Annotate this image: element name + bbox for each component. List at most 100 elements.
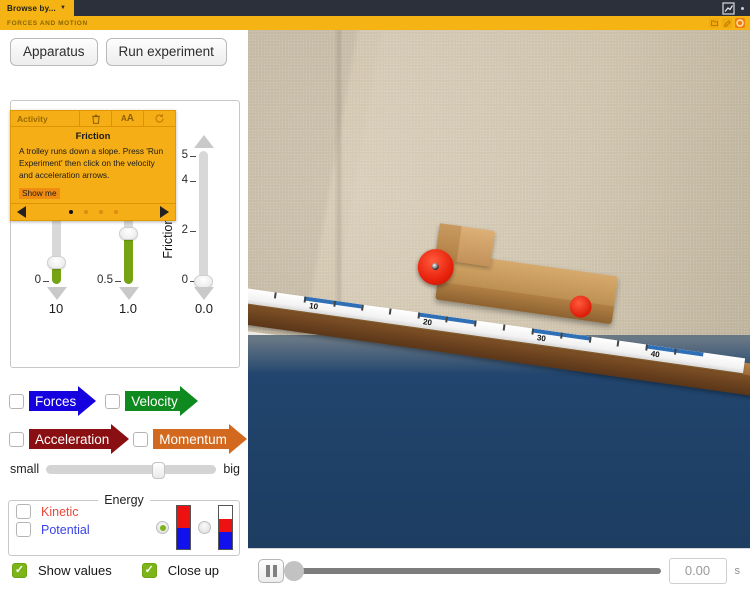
tape-number: 40 [650,349,661,360]
slider-ratio-value: 1.0 [118,301,138,316]
page-dot[interactable] [98,210,103,215]
arrow-size-slider-row: small big [0,458,248,479]
control-panel: Apparatus Run experiment 50 0 10 [0,30,248,578]
folder-icon[interactable] [709,18,719,28]
slider-mass-value: 10 [48,301,64,316]
ramp-assembly: 10 20 30 40 [248,30,750,548]
radio-energy-partial[interactable] [198,521,211,534]
app-body: 10 20 30 40 Apparatus Run experiment 0 1… [0,30,750,592]
chevron-down-icon: ▼ [59,5,67,11]
page-dot[interactable] [113,210,118,215]
browse-by-menu[interactable]: Browse by... ▼ [0,0,75,16]
option-show-values[interactable]: ✓ Show values [12,563,112,578]
arrow-label-momentum: Momentum [159,431,227,447]
arrow-button-forces[interactable]: Forces [29,386,97,416]
size-big-label: big [223,462,240,476]
activity-heading: Friction [75,131,111,142]
slider-friction-increase[interactable] [194,135,214,148]
label-close-up: Close up [167,563,220,578]
arrow-button-acceleration[interactable]: Acceleration [29,424,130,454]
close-icon[interactable] [735,18,745,28]
checkbox-momentum[interactable] [133,431,149,447]
checkbox-forces[interactable] [9,393,24,409]
checkbox-show-values[interactable]: ✓ [12,563,27,578]
slider-ratio-tick [115,281,121,282]
label-show-values: Show values [38,563,112,578]
show-me-button[interactable]: Show me [19,188,60,200]
slider-ratio-thumb[interactable] [119,227,138,240]
timeline-thumb[interactable] [284,560,304,581]
top-bar-right-tools [722,0,750,16]
label-kinetic: Kinetic [41,504,79,519]
slider-friction-tick-label: 0 [181,274,188,286]
browser-top-bar: Browse by... ▼ [0,0,750,16]
arrow-size-slider[interactable] [46,461,217,479]
energy-bar-icon-stacked [176,505,191,550]
edit-icon[interactable] [722,18,732,28]
slider-mass-decrease[interactable] [47,287,67,300]
tab-apparatus[interactable]: Apparatus [10,38,98,66]
activity-navigation [11,203,175,220]
trash-icon[interactable] [79,111,111,126]
slider-mass-thumb[interactable] [47,256,66,269]
title-bar-icons [709,18,750,28]
tape-number: 10 [308,301,319,312]
arrow-label-acceleration: Acceleration [35,431,110,447]
checkbox-close-up[interactable]: ✓ [141,563,157,578]
font-size-icon[interactable]: AA [111,111,143,126]
size-small-label: small [10,462,40,476]
energy-group: Energy Kinetic Potential [8,493,240,556]
option-close-up[interactable]: ✓ Close up [141,563,220,578]
tab-run-experiment[interactable]: Run experiment [105,38,227,66]
energy-legend-label: Energy [98,493,150,507]
label-potential: Potential [41,522,90,537]
vector-arrow-toggles: Forces Velocity Acceleration Momentum sm… [0,382,248,479]
checkbox-acceleration[interactable] [9,431,24,447]
more-dot-icon[interactable] [741,6,744,10]
display-options-row: ✓ Show values ✓ Close up [0,563,248,578]
activity-popup: Activity AA Friction A trolley runs down… [10,110,176,222]
slider-mass-tick-label: 0 [34,274,41,286]
slider-friction-tick [190,156,196,157]
checkbox-kinetic[interactable] [16,504,31,519]
energy-display-options [156,505,233,550]
arrow-label-forces: Forces [35,393,77,409]
activity-popup-header: Activity AA [11,111,175,127]
time-readout: 0.00 [668,557,727,584]
arrow-button-momentum[interactable]: Momentum [153,424,247,454]
refresh-icon[interactable] [143,111,175,126]
page-dot[interactable] [68,210,73,215]
slider-friction-decrease[interactable] [194,287,214,300]
checkbox-potential[interactable] [16,522,31,537]
slider-mass-tick [43,281,49,282]
arrow-button-velocity[interactable]: Velocity [125,386,198,416]
line-chart-icon[interactable] [722,1,735,15]
slider-friction-track[interactable] [199,151,208,284]
slider-friction-tick [190,231,196,232]
checkbox-velocity[interactable] [105,393,121,409]
pause-icon[interactable] [258,558,284,583]
arrow-size-thumb[interactable] [151,461,165,479]
simulation-viewport[interactable]: 10 20 30 40 [248,30,750,548]
slider-friction-value: 0.0 [194,301,214,316]
arrow-row-bottom: Acceleration Momentum [0,420,248,458]
page-dot[interactable] [83,210,88,215]
activity-description: A trolley runs down a slope. Press 'Run … [19,146,164,181]
slider-ratio-fill [124,236,133,284]
arrow-label-velocity: Velocity [131,393,178,409]
radio-energy-stacked[interactable] [156,521,169,534]
time-unit-label: s [734,564,741,577]
tape-number: 20 [422,317,433,328]
application-window: Browse by... ▼ FORCES AND MOTION 10 20 3… [0,0,750,592]
activity-page-dots [11,210,175,215]
browse-by-label: Browse by... [7,3,56,13]
mode-tab-row: Apparatus Run experiment [0,30,248,72]
slider-ratio-tick-label: 0.5 [97,274,113,286]
timeline-slider[interactable] [284,560,661,581]
energy-bar-icon-partial [218,505,233,550]
app-title: FORCES AND MOTION [7,19,88,27]
app-title-bar: FORCES AND MOTION [0,16,750,30]
slider-ratio-decrease[interactable] [119,287,139,300]
slider-friction-tick [190,181,196,182]
activity-popup-title: Activity [17,113,48,124]
